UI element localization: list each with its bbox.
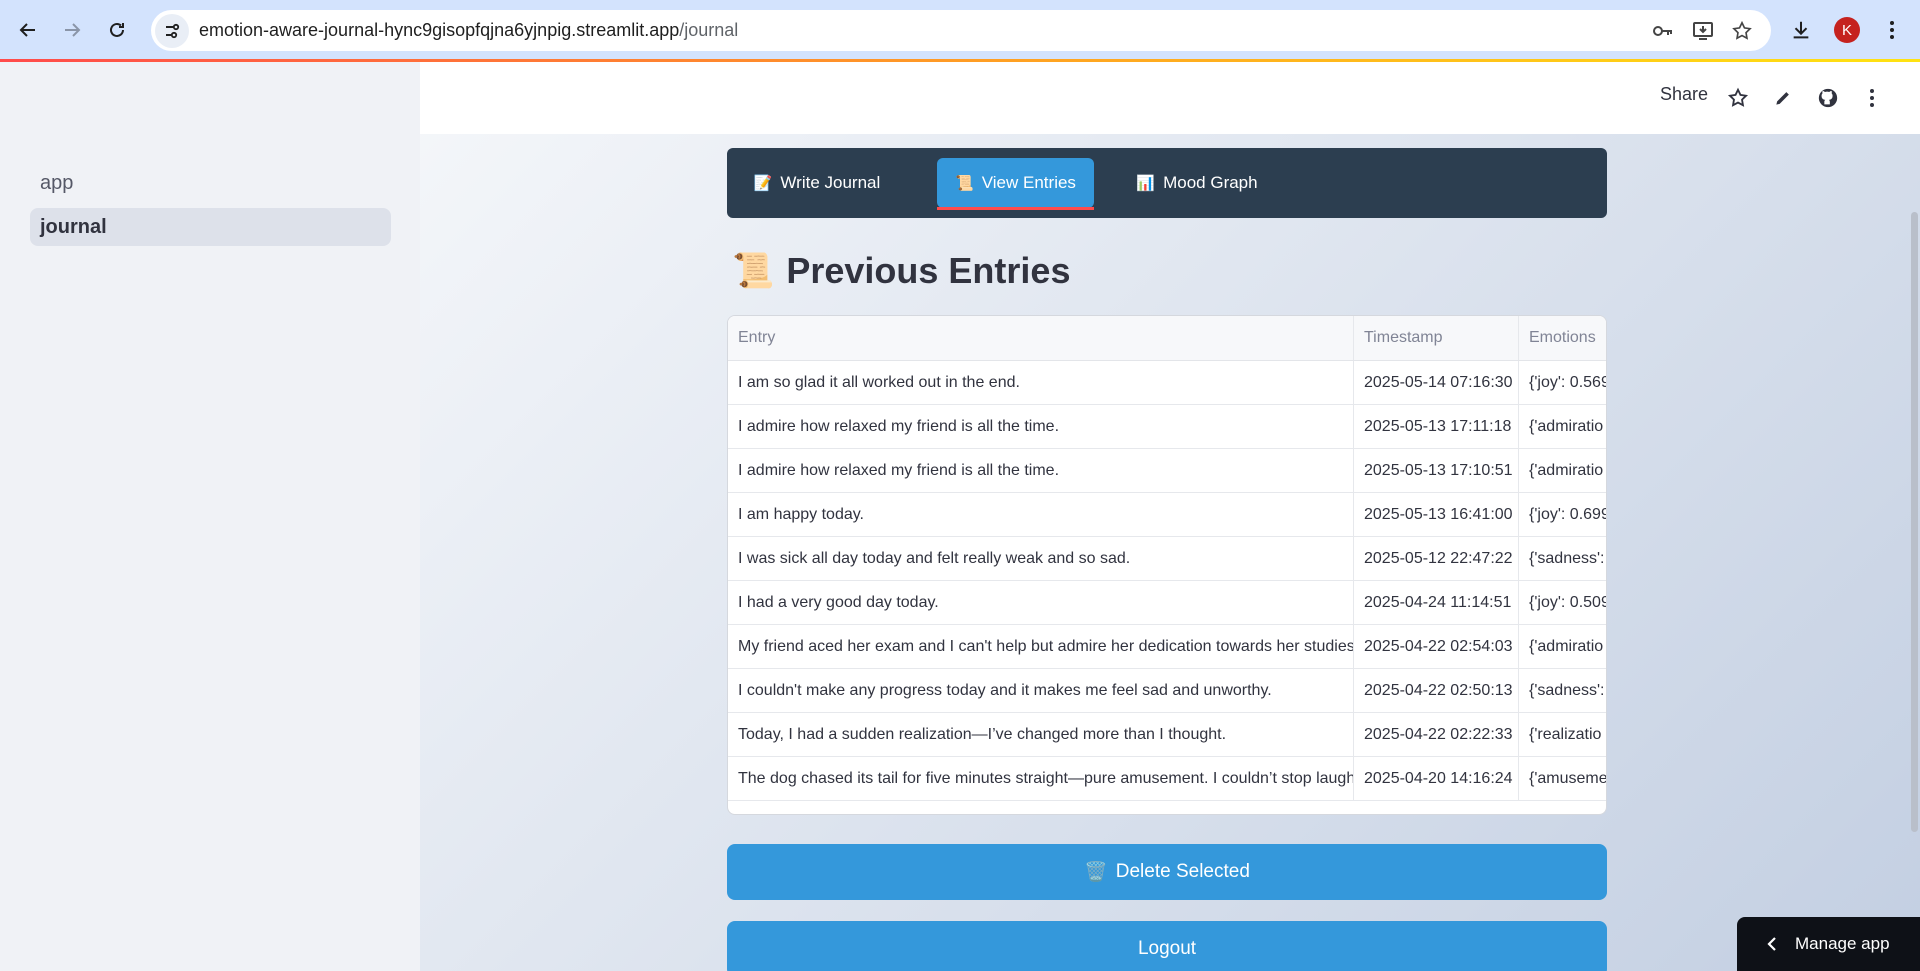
bar-chart-icon: 📊 — [1136, 175, 1156, 192]
cell-entry[interactable]: My friend aced her exam and I can't help… — [728, 625, 1354, 668]
cell-emotions[interactable]: {'amuseme — [1519, 757, 1606, 800]
sidebar-item-label: app — [40, 171, 74, 194]
tab-label: Mood Graph — [1163, 173, 1258, 192]
back-button[interactable] — [10, 12, 46, 48]
main-content: Share 📝 Write Journal 📜 View Entries 📊 M… — [420, 62, 1920, 971]
cell-timestamp[interactable]: 2025-04-24 11:14:51 — [1354, 581, 1519, 624]
browser-toolbar: emotion-aware-journal-hync9gisopfqjna6yj… — [0, 0, 1920, 62]
page-title: 📜 Previous Entries — [732, 250, 1070, 292]
table-row[interactable]: My friend aced her exam and I can't help… — [728, 625, 1606, 669]
sidebar-item-journal[interactable]: journal — [30, 208, 391, 246]
cell-entry[interactable]: The dog chased its tail for five minutes… — [728, 757, 1354, 800]
url-path: /journal — [679, 20, 739, 40]
cell-emotions[interactable]: {'admiratio — [1519, 449, 1606, 492]
site-info-icon[interactable] — [155, 13, 189, 48]
chrome-menu-icon[interactable] — [1874, 12, 1910, 48]
app-header: Share — [420, 62, 1920, 134]
cell-emotions[interactable]: {'joy': 0.509 — [1519, 581, 1606, 624]
memo-icon: 📝 — [753, 175, 773, 192]
logout-button[interactable]: Logout — [727, 921, 1607, 971]
tab-label: View Entries — [981, 173, 1076, 192]
cell-entry[interactable]: I admire how relaxed my friend is all th… — [728, 405, 1354, 448]
cell-timestamp[interactable]: 2025-05-13 17:11:18 — [1354, 405, 1519, 448]
cell-emotions[interactable]: {'joy': 0.699 — [1519, 493, 1606, 536]
tab-mood-graph[interactable]: 📊 Mood Graph — [1127, 158, 1267, 208]
manage-app-button[interactable]: Manage app — [1737, 917, 1920, 971]
cell-timestamp[interactable]: 2025-05-14 07:16:30 — [1354, 361, 1519, 404]
cell-entry[interactable]: I had a very good day today. — [728, 581, 1354, 624]
password-key-icon[interactable] — [1646, 14, 1680, 48]
star-icon[interactable] — [1722, 82, 1754, 114]
delete-selected-label: Delete Selected — [1115, 861, 1250, 882]
downloads-icon[interactable] — [1783, 12, 1819, 48]
cell-timestamp[interactable]: 2025-04-20 14:16:24 — [1354, 757, 1519, 800]
cell-timestamp[interactable]: 2025-04-22 02:22:33 — [1354, 713, 1519, 756]
logout-label: Logout — [1137, 938, 1197, 959]
cell-emotions[interactable]: {'joy': 0.569 — [1519, 361, 1606, 404]
tab-write-journal[interactable]: 📝 Write Journal — [752, 158, 882, 208]
cell-entry[interactable]: I am so glad it all worked out in the en… — [728, 361, 1354, 404]
more-menu-icon[interactable] — [1856, 82, 1888, 114]
column-header-emotions[interactable]: Emotions — [1519, 316, 1606, 360]
entries-table[interactable]: Entry Timestamp Emotions I am so glad it… — [727, 315, 1607, 815]
sidebar: app journal — [0, 62, 420, 971]
scroll-icon: 📜 — [955, 175, 974, 192]
forward-arrow-icon — [65, 23, 81, 37]
table-row[interactable]: I admire how relaxed my friend is all th… — [728, 449, 1606, 493]
reload-icon — [110, 22, 124, 37]
manage-app-label: Manage app — [1795, 934, 1890, 953]
cell-emotions[interactable]: {'realizatio — [1519, 713, 1606, 756]
cell-entry[interactable]: I was sick all day today and felt really… — [728, 537, 1354, 580]
cell-timestamp[interactable]: 2025-05-12 22:47:22 — [1354, 537, 1519, 580]
cell-emotions[interactable]: {'admiratio — [1519, 405, 1606, 448]
cell-emotions[interactable]: {'admiratio — [1519, 625, 1606, 668]
cell-entry[interactable]: I couldn't make any progress today and i… — [728, 669, 1354, 712]
bookmark-star-icon[interactable] — [1725, 14, 1759, 48]
back-arrow-icon — [19, 23, 35, 37]
address-bar[interactable]: emotion-aware-journal-hync9gisopfqjna6yj… — [151, 10, 1771, 51]
table-row[interactable]: I admire how relaxed my friend is all th… — [728, 405, 1606, 449]
column-header-timestamp[interactable]: Timestamp — [1354, 316, 1519, 360]
page-title-text: Previous Entries — [786, 250, 1071, 291]
delete-selected-button[interactable]: 🗑️ Delete Selected — [727, 844, 1607, 900]
page-scrollbar[interactable] — [1911, 212, 1918, 832]
cell-emotions[interactable]: {'sadness': — [1519, 669, 1606, 712]
cell-entry[interactable]: I admire how relaxed my friend is all th… — [728, 449, 1354, 492]
sidebar-item-app[interactable]: app — [30, 164, 391, 202]
profile-initial: K — [1834, 17, 1860, 43]
tab-view-entries[interactable]: 📜 View Entries — [937, 158, 1094, 210]
tab-bar: 📝 Write Journal 📜 View Entries 📊 Mood Gr… — [727, 148, 1607, 218]
table-row[interactable]: I couldn't make any progress today and i… — [728, 669, 1606, 713]
install-app-icon[interactable] — [1686, 14, 1720, 48]
table-row[interactable]: I am so glad it all worked out in the en… — [728, 361, 1606, 405]
cell-timestamp[interactable]: 2025-05-13 17:10:51 — [1354, 449, 1519, 492]
table-row[interactable]: Today, I had a sudden realization—I’ve c… — [728, 713, 1606, 757]
share-button[interactable]: Share — [1660, 84, 1708, 105]
cell-entry[interactable]: Today, I had a sudden realization—I’ve c… — [728, 713, 1354, 756]
edit-pencil-icon[interactable] — [1767, 82, 1799, 114]
forward-button[interactable] — [54, 12, 90, 48]
table-row[interactable]: The dog chased its tail for five minutes… — [728, 757, 1606, 801]
table-row[interactable]: I had a very good day today. 2025-04-24 1… — [728, 581, 1606, 625]
url-host: emotion-aware-journal-hync9gisopfqjna6yj… — [199, 20, 680, 40]
profile-avatar[interactable]: K — [1829, 12, 1865, 48]
trash-icon: 🗑️ — [1084, 862, 1108, 883]
reload-button[interactable] — [99, 12, 135, 48]
cell-emotions[interactable]: {'sadness': — [1519, 537, 1606, 580]
cell-timestamp[interactable]: 2025-04-22 02:50:13 — [1354, 669, 1519, 712]
column-header-entry[interactable]: Entry — [728, 316, 1354, 360]
github-icon[interactable] — [1812, 82, 1844, 114]
url-text: emotion-aware-journal-hync9gisopfqjna6yj… — [199, 20, 738, 41]
cell-timestamp[interactable]: 2025-04-22 02:54:03 — [1354, 625, 1519, 668]
table-row[interactable]: I was sick all day today and felt really… — [728, 537, 1606, 581]
cell-entry[interactable]: I am happy today. — [728, 493, 1354, 536]
table-row[interactable]: I am happy today. 2025-05-13 16:41:00 {'jo… — [728, 493, 1606, 537]
scroll-icon: 📜 — [732, 252, 775, 290]
cell-timestamp[interactable]: 2025-05-13 16:41:00 — [1354, 493, 1519, 536]
chevron-left-icon — [1767, 937, 1776, 951]
tab-label: Write Journal — [780, 173, 881, 192]
sidebar-item-label: journal — [40, 215, 107, 238]
table-header: Entry Timestamp Emotions — [728, 316, 1606, 361]
